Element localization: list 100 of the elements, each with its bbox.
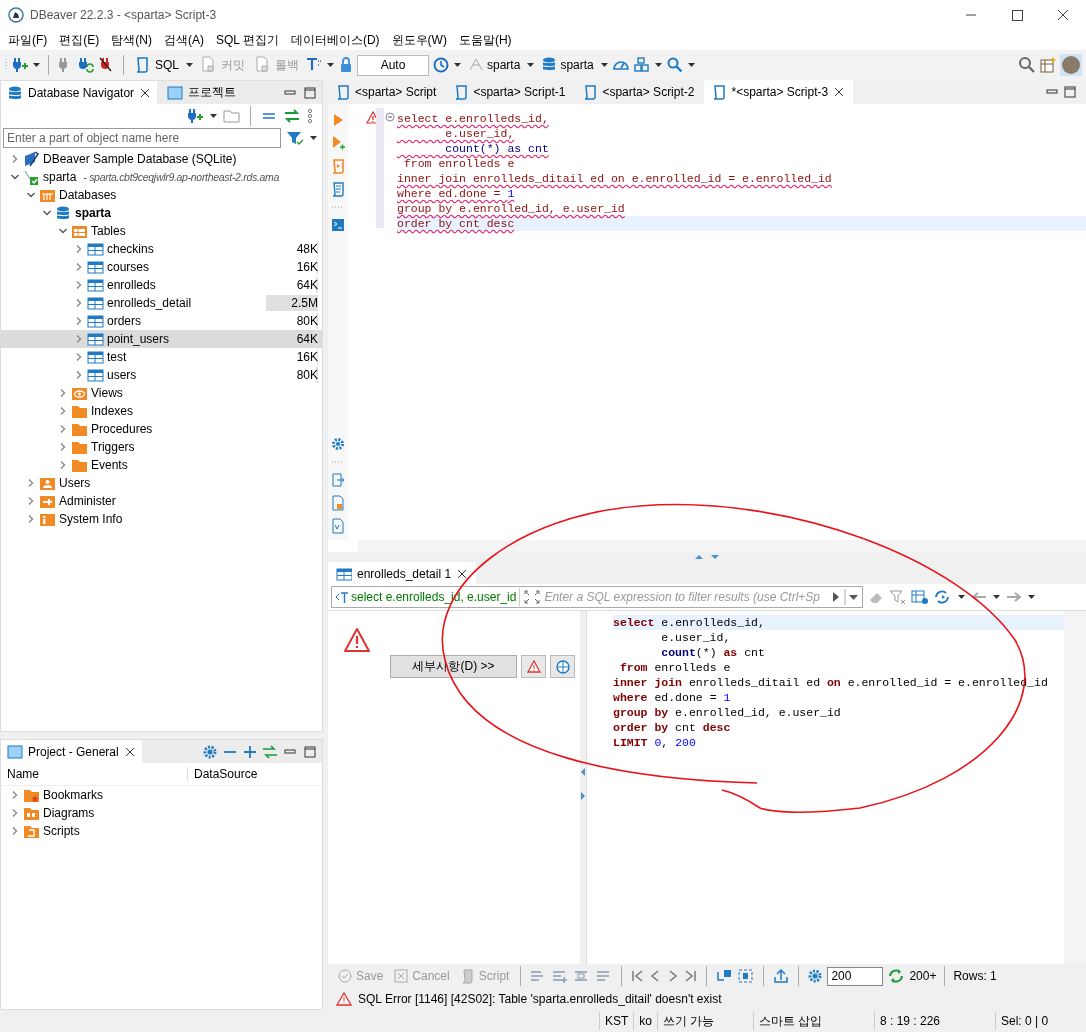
boxes-icon[interactable] <box>632 56 651 74</box>
caret-icon[interactable] <box>32 60 41 70</box>
panel-icon[interactable] <box>737 968 756 984</box>
tree-item[interactable]: Administer <box>1 492 322 510</box>
close-icon[interactable] <box>123 745 136 758</box>
document-icon[interactable] <box>331 495 345 511</box>
tree-item[interactable]: orders 80K <box>1 312 322 330</box>
refresh-icon[interactable] <box>887 968 906 984</box>
tree-item[interactable]: Databases <box>1 186 322 204</box>
filter-icon[interactable] <box>889 589 907 605</box>
result-tab[interactable]: enrolleds_detail 1 <box>328 562 477 586</box>
maximize-icon[interactable] <box>302 743 318 760</box>
plug-add-icon[interactable] <box>186 107 204 125</box>
menu-item[interactable]: 데이터베이스(D) <box>284 31 386 49</box>
tree-item[interactable]: Diagrams <box>1 804 322 822</box>
editor-tab[interactable]: *<sparta> Script-3 <box>704 80 854 104</box>
expand-icon[interactable] <box>523 589 542 605</box>
gear-icon[interactable] <box>331 436 345 452</box>
caret-icon[interactable] <box>686 60 696 70</box>
tree-item[interactable]: Views <box>1 384 322 402</box>
editor-tab[interactable]: <sparta> Script <box>328 80 445 104</box>
menu-item[interactable]: 편집(E) <box>53 31 106 49</box>
caret-icon[interactable] <box>1027 592 1036 602</box>
caret-icon[interactable] <box>526 60 536 70</box>
menu-item[interactable]: 파일(F) <box>2 31 54 49</box>
plus-icon[interactable] <box>242 743 258 760</box>
tree-item[interactable]: enrolleds 64K <box>1 276 322 294</box>
tree-item[interactable]: DBeaver Sample Database (SQLite) <box>1 150 322 168</box>
caret-icon[interactable] <box>957 592 966 602</box>
tree-item[interactable]: Users <box>1 474 322 492</box>
filter-field[interactable]: Enter a part of object name here <box>3 128 281 148</box>
menu-item[interactable]: SQL 편집기 <box>210 31 285 49</box>
tree-item[interactable]: System Info <box>1 510 322 528</box>
app-avatar-icon[interactable] <box>1060 54 1082 76</box>
tree-item[interactable]: enrolleds_detail 2.5M <box>1 294 322 312</box>
tree-item[interactable]: Scripts <box>1 822 322 840</box>
panel-tab[interactable]: Project - General <box>1 740 142 763</box>
maximize-icon[interactable] <box>302 84 318 101</box>
perspective-icon[interactable] <box>1039 56 1057 74</box>
link-arrows-icon[interactable] <box>283 107 301 125</box>
menu-item[interactable]: 도움말(H) <box>452 31 518 49</box>
vertical-scrollbar[interactable] <box>1064 611 1086 964</box>
gear-icon[interactable] <box>807 968 824 984</box>
more-icon[interactable] <box>306 107 314 125</box>
tree-item[interactable]: test 16K <box>1 348 322 366</box>
chevron-right-icon[interactable] <box>10 154 20 164</box>
caret-icon[interactable] <box>599 60 609 70</box>
error-log-button[interactable] <box>521 655 546 678</box>
panel-toggle-icon[interactable] <box>580 767 586 801</box>
terminal-icon[interactable] <box>331 217 345 233</box>
run-icon[interactable] <box>331 112 345 128</box>
tree-item[interactable]: Indexes <box>1 402 322 420</box>
plug-add-icon[interactable] <box>11 56 29 74</box>
caret-icon[interactable] <box>453 60 462 70</box>
locate-button[interactable] <box>550 655 575 678</box>
export-icon[interactable] <box>331 472 345 488</box>
run-add-icon[interactable] <box>331 135 345 151</box>
column-header[interactable]: DataSource <box>188 767 258 781</box>
editor-tab[interactable]: <sparta> Script-2 <box>575 80 703 104</box>
horizontal-scrollbar[interactable] <box>358 540 1086 552</box>
filter-icon[interactable] <box>285 129 305 147</box>
tree-item[interactable]: checkins 48K <box>1 240 322 258</box>
gear-icon[interactable] <box>202 743 218 760</box>
tree-item[interactable]: sparta <box>1 204 322 222</box>
search-icon[interactable] <box>1018 56 1036 74</box>
caret-icon[interactable] <box>992 592 1001 602</box>
caret-icon[interactable] <box>326 60 335 70</box>
column-header[interactable]: Name <box>1 767 188 781</box>
panel-tab[interactable]: 프로젝트 <box>161 81 243 104</box>
table-settings-icon[interactable] <box>911 589 929 605</box>
panel-tab[interactable]: Database Navigator <box>1 81 158 104</box>
first-page-icon[interactable] <box>630 968 645 984</box>
maximize-icon[interactable] <box>1062 84 1078 100</box>
editor-tab[interactable]: <sparta> Script-1 <box>446 80 574 104</box>
tree-item[interactable]: point_users 64K <box>1 330 322 348</box>
tree-item[interactable]: Triggers <box>1 438 322 456</box>
apply-filter-icon[interactable] <box>831 589 841 605</box>
close-icon[interactable] <box>139 86 152 99</box>
caret-icon[interactable] <box>653 60 663 70</box>
datasource-button[interactable]: sparta <box>465 54 524 76</box>
variable-icon[interactable] <box>331 518 345 534</box>
transaction-mode-button[interactable]: Auto <box>357 54 429 76</box>
caret-icon[interactable] <box>309 133 318 143</box>
sql-editor-button[interactable]: SQL <box>131 54 182 76</box>
tree-item[interactable]: Events <box>1 456 322 474</box>
add-row-icon[interactable] <box>551 968 570 984</box>
close-icon[interactable] <box>833 86 846 98</box>
tree-item[interactable]: Bookmarks <box>1 786 322 804</box>
menu-item[interactable]: 윈도우(W) <box>385 31 453 49</box>
collapse-fold-icon[interactable] <box>385 112 395 122</box>
plug-sync-icon[interactable] <box>77 56 95 74</box>
tree-item[interactable]: users 80K <box>1 366 322 384</box>
schema-button[interactable]: sparta <box>538 54 597 76</box>
close-icon[interactable] <box>456 568 469 580</box>
tree-item[interactable]: Procedures <box>1 420 322 438</box>
fetch-more-button[interactable]: 200+ <box>909 969 937 983</box>
search-icon[interactable] <box>665 56 684 74</box>
history-icon[interactable] <box>432 56 450 74</box>
link-arrows-icon[interactable] <box>262 743 278 760</box>
explain-icon[interactable] <box>331 181 345 197</box>
